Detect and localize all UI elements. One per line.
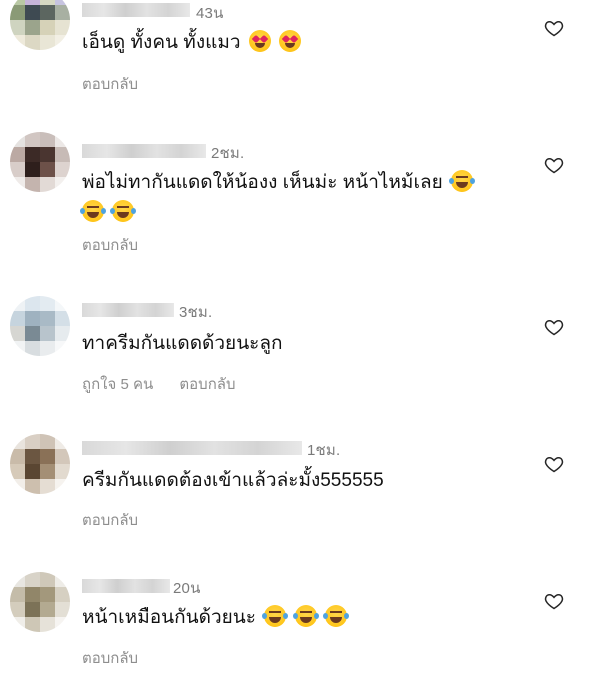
- comment-item: 1ชม. ครีมกันแดดต้องเข้าแล้วล่ะมั้ง555555…: [0, 428, 600, 548]
- joy-emoji-icon: [262, 605, 289, 627]
- comment-item: 2ชม. พ่อไม่ทากันแดดให้น้องง เห็นม่ะ หน้า…: [0, 130, 600, 270]
- comment-text-content: หน้าเหมือนกันด้วยนะ: [82, 607, 256, 628]
- username[interactable]: [82, 3, 190, 17]
- reply-button[interactable]: ตอบกลับ: [82, 237, 138, 254]
- comment-time: 1ชม.: [307, 442, 341, 459]
- comment-text: ครีมกันแดดต้องเข้าแล้วล่ะมั้ง555555: [82, 466, 384, 496]
- avatar[interactable]: [10, 434, 70, 494]
- comment-actions: ตอบกลับ: [82, 508, 138, 532]
- comment-text-content: ครีมกันแดดต้องเข้าแล้วล่ะมั้ง555555: [82, 470, 384, 491]
- heart-eyes-emoji-icon: [279, 30, 302, 52]
- comment-item: 20น หน้าเหมือนกันด้วยนะ ตอบกลับ: [0, 566, 600, 673]
- reply-button[interactable]: ตอบกลับ: [82, 76, 138, 93]
- reply-button[interactable]: ตอบกลับ: [82, 650, 138, 667]
- comment-actions: ตอบกลับ: [82, 72, 138, 96]
- heart-outline-icon[interactable]: [544, 591, 564, 611]
- comment-time: 2ชม.: [211, 145, 245, 162]
- username[interactable]: [82, 441, 302, 455]
- joy-emoji-icon: [80, 200, 106, 222]
- heart-outline-icon[interactable]: [544, 317, 564, 337]
- comment-item: 43น เอ็นดู ทั้งคน ทั้งแมว ตอบกลับ: [0, 0, 600, 110]
- comment-text-content: พ่อไม่ทากันแดดให้น้องง เห็นม่ะ หน้าไหม้เ…: [82, 172, 443, 193]
- joy-emoji-icon: [292, 605, 319, 627]
- comment-actions: ถูกใจ 5 คน ตอบกลับ: [82, 372, 236, 396]
- comment-text: ทาครีมกันแดดด้วยนะลูก: [82, 329, 283, 359]
- comment-item: 3ชม. ทาครีมกันแดดด้วยนะลูก ถูกใจ 5 คน ตอ…: [0, 290, 600, 410]
- comment-time: 43น: [196, 5, 224, 22]
- comment-time: 3ชม.: [179, 304, 213, 321]
- avatar[interactable]: [10, 132, 70, 192]
- likes-count-button[interactable]: ถูกใจ 5 คน: [82, 376, 153, 393]
- avatar[interactable]: [10, 0, 70, 50]
- comment-text-content: เอ็นดู ทั้งคน ทั้งแมว: [82, 32, 241, 53]
- avatar[interactable]: [10, 572, 70, 632]
- joy-emoji-icon: [110, 200, 137, 222]
- heart-outline-icon[interactable]: [544, 454, 564, 474]
- username[interactable]: [82, 303, 174, 317]
- comment-text: พ่อไม่ทากันแดดให้น้องง เห็นม่ะ หน้าไหม้เ…: [80, 168, 522, 228]
- comment-text-content: ทาครีมกันแดดด้วยนะลูก: [82, 333, 283, 354]
- heart-outline-icon[interactable]: [544, 155, 564, 175]
- reply-button[interactable]: ตอบกลับ: [179, 376, 235, 393]
- username[interactable]: [82, 144, 206, 158]
- heart-outline-icon[interactable]: [544, 18, 564, 38]
- comment-text: หน้าเหมือนกันด้วยนะ: [82, 603, 349, 633]
- joy-emoji-icon: [322, 605, 349, 627]
- heart-eyes-emoji-icon: [248, 30, 271, 52]
- reply-button[interactable]: ตอบกลับ: [82, 512, 138, 529]
- comment-actions: ตอบกลับ: [82, 646, 138, 670]
- comment-actions: ตอบกลับ: [82, 233, 138, 257]
- joy-emoji-icon: [449, 170, 476, 192]
- username[interactable]: [82, 579, 170, 593]
- comment-time: 20น: [173, 580, 201, 597]
- avatar[interactable]: [10, 296, 70, 356]
- comment-text: เอ็นดู ทั้งคน ทั้งแมว: [82, 28, 302, 58]
